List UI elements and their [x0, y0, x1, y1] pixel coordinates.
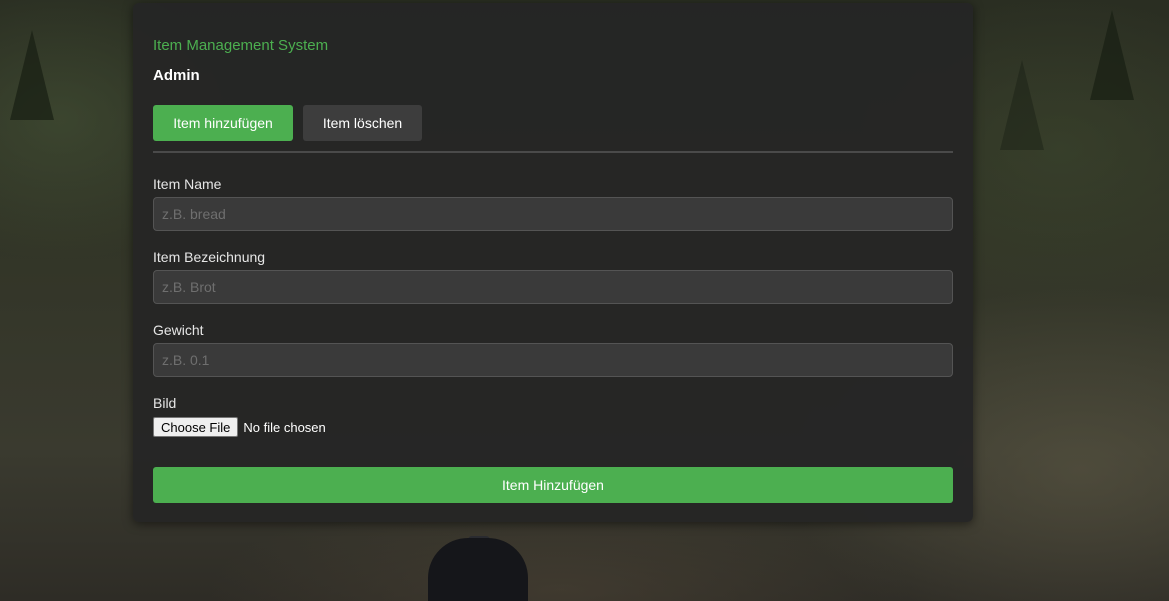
background-tree	[1000, 60, 1044, 150]
background-tree	[10, 30, 54, 120]
file-status-text: No file chosen	[243, 419, 326, 435]
item-management-panel: Item Management System Admin Item hinzuf…	[133, 3, 973, 522]
weight-input[interactable]	[153, 343, 953, 377]
item-description-label: Item Bezeichnung	[153, 249, 266, 265]
app-title: Item Management System	[153, 37, 329, 54]
tab-add-item[interactable]: Item hinzufügen	[153, 105, 293, 141]
image-label: Bild	[153, 395, 177, 411]
item-name-label: Item Name	[153, 176, 222, 192]
tab-delete-item[interactable]: Item löschen	[303, 105, 422, 141]
item-description-input[interactable]	[153, 270, 953, 304]
choose-file-button[interactable]: Choose File	[153, 417, 239, 437]
user-role: Admin	[153, 67, 200, 84]
game-character	[428, 538, 528, 601]
image-file-picker: Choose File No file chosen	[153, 417, 326, 437]
weight-label: Gewicht	[153, 322, 204, 338]
item-name-input[interactable]	[153, 197, 953, 231]
background-tree	[1090, 10, 1134, 100]
divider	[153, 151, 953, 153]
add-item-submit-button[interactable]: Item Hinzufügen	[153, 467, 953, 503]
